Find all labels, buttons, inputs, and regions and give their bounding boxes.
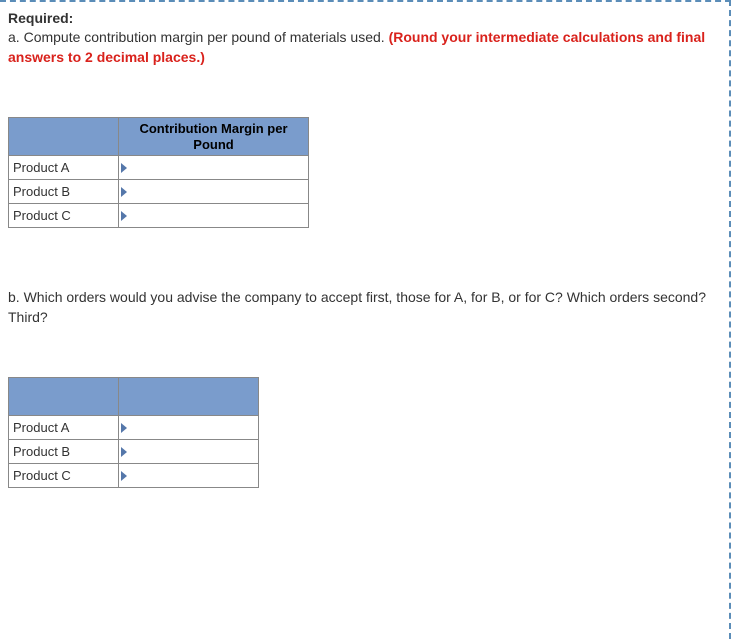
part-a-body: Compute contribution margin per pound of… [24,29,389,45]
part-b-body: Which orders would you advise the compan… [8,289,706,325]
input-cell-product-c[interactable] [119,204,309,228]
question-container: Required: a. Compute contribution margin… [0,0,731,639]
input-cell-product-a[interactable] [119,156,309,180]
part-a-text: a. Compute contribution margin per pound… [8,28,721,67]
table-row: Product A [9,156,309,180]
row-label-b-product-a: Product A [9,416,119,440]
table-b-header-blank [9,378,119,416]
part-b-prefix: b. [8,289,24,305]
table-b-header-col [119,378,259,416]
table-header-row: Contribution Margin per Pound [9,118,309,156]
part-b-text: b. Which orders would you advise the com… [8,288,721,327]
ranking-table: Product A Product B Product C [8,377,259,488]
table-row: Product B [9,180,309,204]
table-header-row [9,378,259,416]
contribution-margin-table: Contribution Margin per Pound Product A … [8,117,309,228]
chevron-right-icon [121,471,127,481]
table-b-wrapper: Product A Product B Product C [8,377,721,488]
chevron-right-icon [121,211,127,221]
row-label-product-a: Product A [9,156,119,180]
rank-product-a-input[interactable] [133,417,260,438]
row-label-product-b: Product B [9,180,119,204]
table-a-wrapper: Contribution Margin per Pound Product A … [8,117,721,228]
part-a-prefix: a. [8,29,24,45]
input-cell-b-product-a[interactable] [119,416,259,440]
required-heading: Required: [8,10,721,26]
chevron-right-icon [121,423,127,433]
row-label-b-product-b: Product B [9,440,119,464]
input-cell-b-product-c[interactable] [119,464,259,488]
rank-product-c-input[interactable] [133,465,260,486]
table-header-col: Contribution Margin per Pound [119,118,309,156]
product-b-input[interactable] [133,181,310,202]
input-cell-b-product-b[interactable] [119,440,259,464]
product-a-input[interactable] [133,157,310,178]
rank-product-b-input[interactable] [133,441,260,462]
chevron-right-icon [121,163,127,173]
table-row: Product A [9,416,259,440]
input-cell-product-b[interactable] [119,180,309,204]
table-row: Product C [9,204,309,228]
table-row: Product C [9,464,259,488]
row-label-product-c: Product C [9,204,119,228]
product-c-input[interactable] [133,205,310,226]
table-header-blank [9,118,119,156]
chevron-right-icon [121,187,127,197]
table-row: Product B [9,440,259,464]
chevron-right-icon [121,447,127,457]
row-label-b-product-c: Product C [9,464,119,488]
